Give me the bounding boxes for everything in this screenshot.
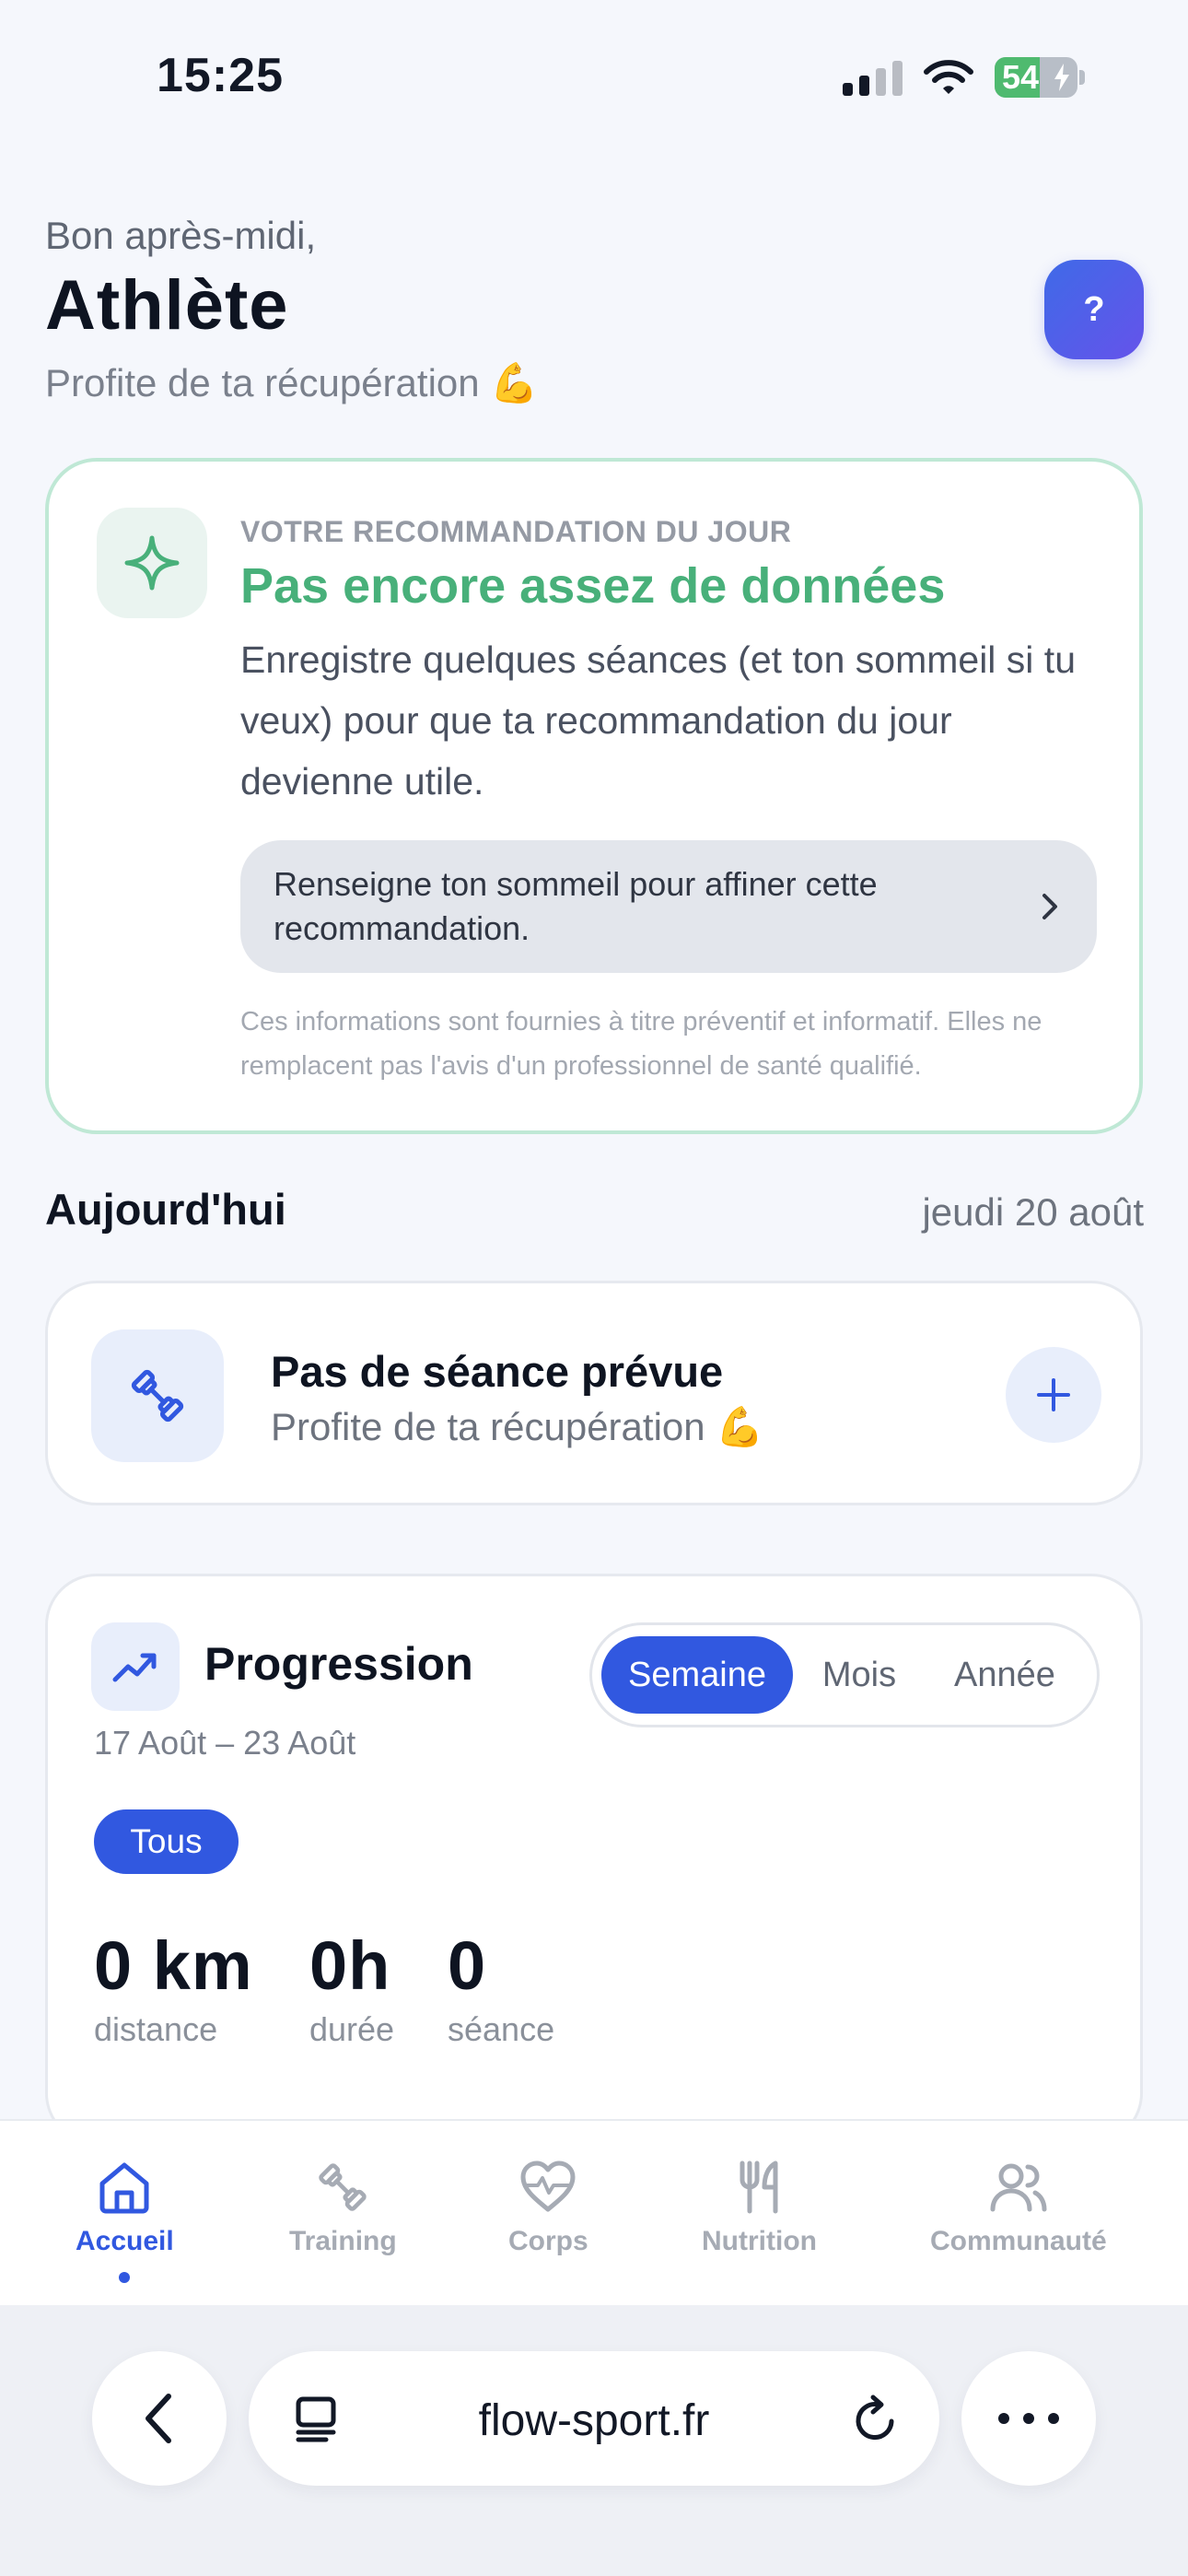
status-bar: 15:25 54: [0, 0, 1188, 157]
stat-duration: 0h durée: [309, 1926, 394, 2049]
today-section-title: Aujourd'hui: [45, 1185, 286, 1234]
progression-card: Progression 17 Août – 23 Août Semaine Mo…: [45, 1574, 1143, 2145]
tab-corps-label: Corps: [508, 2226, 588, 2256]
browser-back-button[interactable]: [92, 2351, 227, 2486]
sleep-prompt-label: Renseigne ton sommeil pour affiner cette…: [274, 865, 878, 947]
stat-duration-label: durée: [309, 2010, 395, 2048]
recommendation-title: Pas encore assez de données: [240, 558, 946, 614]
users-icon: [990, 2163, 1047, 2212]
chevron-right-icon: [1042, 894, 1057, 919]
tab-training-label: Training: [289, 2226, 397, 2256]
help-button[interactable]: ?: [1044, 260, 1144, 359]
browser-more-button[interactable]: [961, 2351, 1096, 2486]
status-icons: 54: [843, 57, 1085, 98]
browser-toolbar: flow-sport.fr: [0, 2305, 1188, 2576]
progression-date-range: 17 Août – 23 Août: [94, 1724, 356, 1762]
tab-nutrition[interactable]: Nutrition: [702, 2158, 817, 2257]
stat-duration-value: 0h: [309, 1927, 391, 2004]
tab-corps[interactable]: Corps: [508, 2158, 588, 2257]
tab-accueil-label: Accueil: [76, 2226, 174, 2256]
plus-icon: [1037, 1378, 1070, 1411]
reload-icon[interactable]: [851, 2394, 901, 2445]
health-disclaimer: Ces informations sont fournies à titre p…: [240, 1007, 1042, 1081]
period-week-button[interactable]: Semaine: [601, 1636, 793, 1714]
tab-accueil[interactable]: Accueil: [76, 2158, 174, 2283]
bottom-tab-bar: Accueil Training Corps Nutrition Communa…: [0, 2119, 1188, 2305]
stat-sessions-label: séance: [448, 2010, 555, 2048]
greeting-text: Bon après-midi,: [45, 214, 317, 257]
status-time: 15:25: [157, 49, 284, 102]
cellular-signal-icon: [843, 59, 903, 96]
recommendation-card: VOTRE RECOMMANDATION DU JOUR Pas encore …: [45, 458, 1143, 1134]
stat-sessions-value: 0: [448, 1927, 487, 2004]
session-title: Pas de séance prévue: [271, 1347, 724, 1396]
sleep-prompt-button[interactable]: Renseigne ton sommeil pour affiner cette…: [240, 840, 1097, 973]
dumbbell-icon: [319, 2163, 367, 2211]
stat-distance-label: distance: [94, 2010, 218, 2048]
wifi-icon: [924, 60, 973, 94]
period-year-button[interactable]: Année: [926, 1636, 1084, 1714]
filter-all-chip[interactable]: Tous: [94, 1809, 239, 1874]
progression-title: Progression: [204, 1638, 473, 1690]
more-dots-icon: [998, 2413, 1059, 2424]
session-subtitle: Profite de ta récupération 💪: [271, 1405, 764, 1448]
today-session-card[interactable]: Pas de séance prévue Profite de ta récup…: [45, 1281, 1143, 1505]
recommendation-body: Enregistre quelques séances (et ton somm…: [240, 638, 1077, 802]
battery-nub: [1079, 70, 1085, 85]
period-month-button[interactable]: Mois: [793, 1636, 926, 1714]
sparkle-icon: [97, 508, 207, 618]
tab-training[interactable]: Training: [289, 2158, 397, 2257]
charging-bolt-icon: [1054, 64, 1069, 91]
active-tab-indicator: [119, 2272, 131, 2283]
battery-indicator: 54: [995, 57, 1077, 98]
trending-up-icon: [91, 1622, 180, 1711]
tab-nutrition-label: Nutrition: [702, 2226, 817, 2256]
stat-sessions: 0 séance: [448, 1926, 554, 2049]
chevron-left-icon: [146, 2394, 171, 2443]
url-text: flow-sport.fr: [478, 2396, 710, 2445]
stat-distance: 0 km distance: [94, 1926, 253, 2049]
fork-knife-icon: [740, 2160, 778, 2214]
heart-pulse-icon: [520, 2160, 576, 2212]
today-date: jeudi 20 août: [922, 1190, 1144, 1234]
period-selector: Semaine Mois Année: [589, 1622, 1100, 1727]
battery-percent: 54: [1002, 58, 1040, 96]
stat-distance-value: 0 km: [94, 1927, 253, 2004]
header-subtitle: Profite de ta récupération 💪: [45, 361, 539, 404]
user-name: Athlète: [45, 266, 289, 345]
address-bar[interactable]: flow-sport.fr: [249, 2351, 939, 2486]
tab-communaute-label: Communauté: [930, 2226, 1107, 2256]
add-session-button[interactable]: [1006, 1347, 1101, 1443]
dumbbell-icon: [91, 1329, 224, 1462]
home-icon: [99, 2162, 149, 2214]
recommendation-eyebrow: VOTRE RECOMMANDATION DU JOUR: [240, 515, 792, 548]
tab-communaute[interactable]: Communauté: [930, 2158, 1107, 2257]
